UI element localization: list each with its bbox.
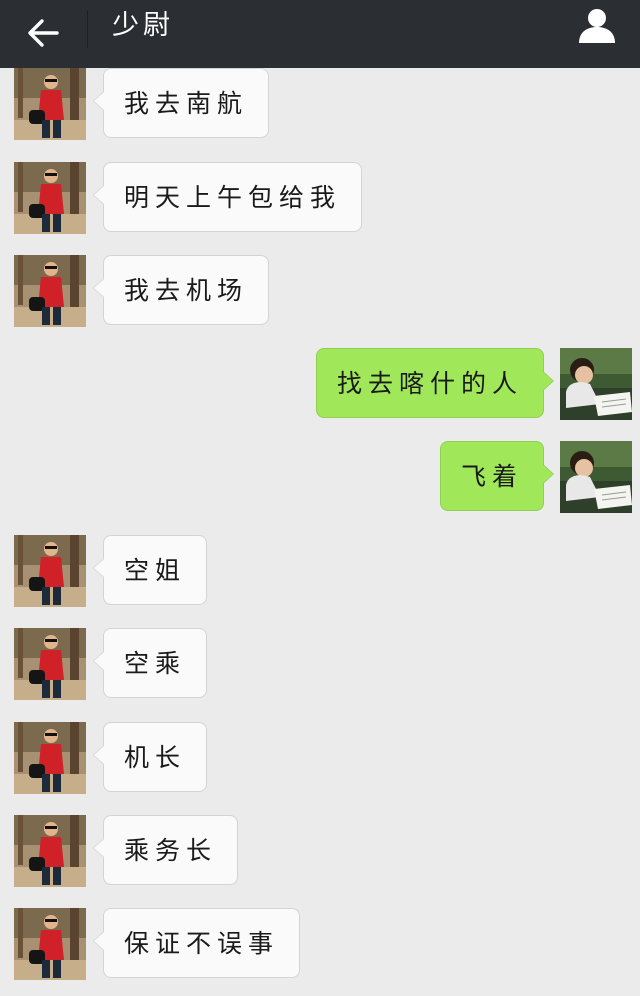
contact-avatar[interactable] [14,68,86,140]
contact-avatar[interactable] [14,722,86,794]
message-row: 乘务长 [0,815,640,887]
incoming-message-bubble[interactable]: 空乘 [92,628,208,698]
chat-title: 少尉 [112,10,174,41]
contact-avatar[interactable] [14,162,86,234]
incoming-message-bubble[interactable]: 乘务长 [92,815,239,885]
my-avatar[interactable] [560,348,632,420]
back-button[interactable] [18,8,68,58]
incoming-message-bubble[interactable]: 明天上午包给我 [92,162,363,232]
contact-profile-button[interactable] [576,4,618,46]
message-row: 机长 [0,722,640,794]
arrow-left-icon [28,19,59,47]
contact-avatar[interactable] [14,535,86,607]
my-avatar[interactable] [560,441,632,513]
contact-avatar[interactable] [14,815,86,887]
message-row: 空姐 [0,535,640,607]
incoming-message-bubble[interactable]: 空姐 [92,535,208,605]
incoming-message-bubble[interactable]: 机长 [92,722,208,792]
message-row: 明天上午包给我 [0,162,640,234]
message-row: 保证不误事 [0,908,640,980]
outgoing-message-bubble[interactable]: 飞着 [439,441,555,511]
contact-avatar[interactable] [14,908,86,980]
incoming-message-bubble[interactable]: 我去机场 [92,255,270,325]
chat-header: 少尉 [0,0,640,68]
header-divider [87,10,88,48]
message-row: 我去机场 [0,255,640,327]
contact-avatar[interactable] [14,628,86,700]
message-row: 空乘 [0,628,640,700]
incoming-message-bubble[interactable]: 我去南航 [92,68,270,138]
outgoing-message-bubble[interactable]: 找去喀什的人 [315,348,555,418]
person-icon [579,9,615,43]
contact-avatar[interactable] [14,255,86,327]
message-row: 我去南航 [0,68,640,140]
incoming-message-bubble[interactable]: 保证不误事 [92,908,301,978]
message-row: 找去喀什的人 [0,348,640,420]
message-row: 飞着 [0,441,640,513]
